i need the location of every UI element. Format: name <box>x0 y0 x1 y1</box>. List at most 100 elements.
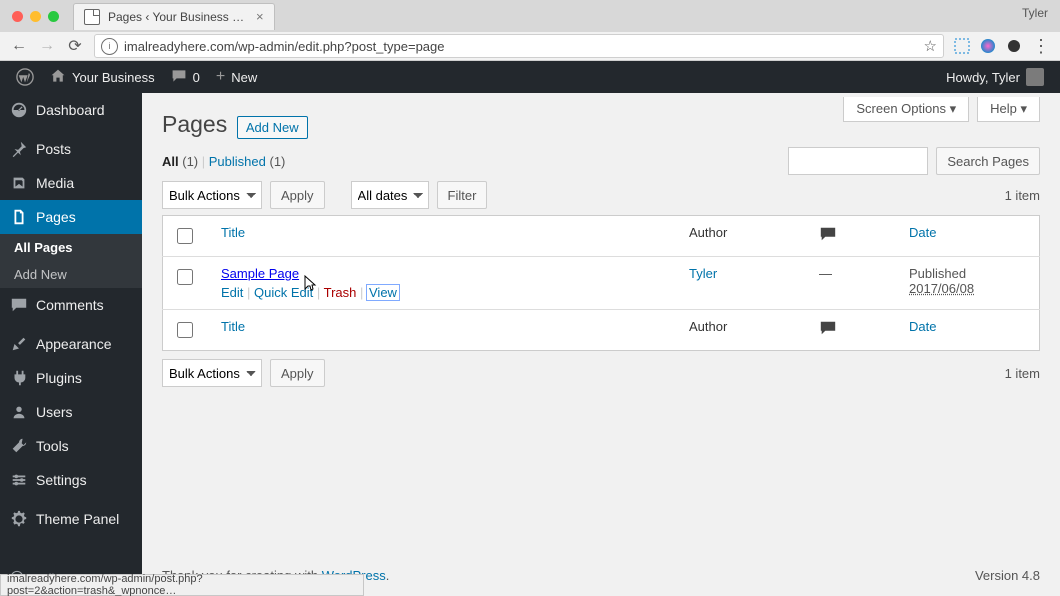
submenu-all-pages[interactable]: All Pages <box>0 234 142 261</box>
page-icon <box>84 9 100 25</box>
menu-settings[interactable]: Settings <box>0 463 142 497</box>
menu-tools[interactable]: Tools <box>0 429 142 463</box>
maximize-window-button[interactable] <box>48 11 59 22</box>
author-link[interactable]: Tyler <box>689 266 717 281</box>
row-checkbox[interactable] <box>177 269 193 285</box>
bookmark-icon[interactable]: ☆ <box>924 37 937 55</box>
col-title[interactable]: Title <box>211 216 679 257</box>
comment-icon <box>819 225 837 243</box>
trash-link[interactable]: Trash <box>324 285 357 300</box>
menu-comments[interactable]: Comments <box>0 288 142 322</box>
filter-button[interactable]: Filter <box>437 181 488 209</box>
avatar <box>1026 68 1044 86</box>
forward-button[interactable]: → <box>38 37 56 55</box>
view-link[interactable]: View <box>367 285 399 300</box>
extension-icon[interactable] <box>980 38 996 54</box>
back-button[interactable]: ← <box>10 37 28 55</box>
browser-profile[interactable]: Tyler <box>1022 6 1048 20</box>
media-icon <box>10 174 28 192</box>
page-title-link[interactable]: Sample Page <box>221 266 299 281</box>
table-row: Sample Page Edit | Quick Edit | Trash | … <box>163 257 1040 310</box>
site-link[interactable]: Your Business <box>42 61 163 93</box>
menu-label: Appearance <box>36 336 112 352</box>
close-window-button[interactable] <box>12 11 23 22</box>
admin-menu: Dashboard Posts Media Pages All Pages Ad… <box>0 93 142 596</box>
dashboard-icon <box>10 101 28 119</box>
tab-title: Pages ‹ Your Business — Word… <box>108 10 248 24</box>
col-comments[interactable] <box>809 216 899 257</box>
select-all-checkbox[interactable] <box>177 322 193 338</box>
apply-button[interactable]: Apply <box>270 359 325 387</box>
menu-label: Users <box>36 404 73 420</box>
comments-link[interactable]: 0 <box>163 61 208 93</box>
site-info-icon[interactable]: i <box>101 38 118 55</box>
menu-pages[interactable]: Pages <box>0 200 142 234</box>
browser-toolbar: ← → ⟳ i imalreadyhere.com/wp-admin/edit.… <box>0 32 1060 61</box>
menu-dashboard[interactable]: Dashboard <box>0 93 142 127</box>
menu-plugins[interactable]: Plugins <box>0 361 142 395</box>
search-button[interactable]: Search Pages <box>936 147 1040 175</box>
reload-button[interactable]: ⟳ <box>66 37 84 55</box>
account-link[interactable]: Howdy, Tyler <box>938 61 1052 93</box>
menu-theme-panel[interactable]: Theme Panel <box>0 502 142 536</box>
menu-label: Posts <box>36 141 71 157</box>
submenu-add-new[interactable]: Add New <box>0 261 142 288</box>
new-content-link[interactable]: + New <box>208 61 265 93</box>
browser-tab-bar: Pages ‹ Your Business — Word… × Tyler <box>0 0 1060 32</box>
menu-label: Comments <box>36 297 104 313</box>
browser-menu-button[interactable]: ⋮ <box>1032 36 1050 57</box>
plus-icon: + <box>216 68 225 86</box>
appearance-icon <box>10 335 28 353</box>
search-input[interactable] <box>788 147 928 175</box>
col-author: Author <box>679 310 809 351</box>
site-name: Your Business <box>72 70 155 85</box>
plugins-icon <box>10 369 28 387</box>
screen-options-button[interactable]: Screen Options ▾ <box>843 97 969 122</box>
bulk-actions-select[interactable]: Bulk Actions <box>162 181 262 209</box>
menu-users[interactable]: Users <box>0 395 142 429</box>
menu-posts[interactable]: Posts <box>0 132 142 166</box>
item-count: 1 item <box>1005 188 1040 203</box>
comment-icon <box>819 319 837 337</box>
close-tab-button[interactable]: × <box>256 9 264 24</box>
menu-label: Media <box>36 175 74 191</box>
add-new-button[interactable]: Add New <box>237 116 308 139</box>
item-count: 1 item <box>1005 366 1040 381</box>
users-icon <box>10 403 28 421</box>
gear-icon <box>10 510 28 528</box>
col-date[interactable]: Date <box>899 216 1040 257</box>
dates-select[interactable]: All dates <box>351 181 429 209</box>
filter-published[interactable]: Published <box>209 154 266 169</box>
comments-count: 0 <box>193 70 200 85</box>
page-title: Pages <box>162 111 227 138</box>
comments-icon <box>10 296 28 314</box>
pin-icon <box>10 140 28 158</box>
extension-icon[interactable] <box>1006 38 1022 54</box>
apply-button[interactable]: Apply <box>270 181 325 209</box>
quick-edit-link[interactable]: Quick Edit <box>254 285 313 300</box>
edit-link[interactable]: Edit <box>221 285 243 300</box>
col-date[interactable]: Date <box>899 310 1040 351</box>
home-icon <box>50 68 66 87</box>
menu-media[interactable]: Media <box>0 166 142 200</box>
browser-status-bar: imalreadyhere.com/wp-admin/post.php?post… <box>0 574 364 596</box>
address-bar[interactable]: i imalreadyhere.com/wp-admin/edit.php?po… <box>94 34 944 58</box>
col-comments[interactable] <box>809 310 899 351</box>
url-text: imalreadyhere.com/wp-admin/edit.php?post… <box>124 39 445 54</box>
pages-table: Title Author Date Sample Page Edit | Qui… <box>162 215 1040 351</box>
menu-label: Pages <box>36 209 76 225</box>
tools-icon <box>10 437 28 455</box>
date-cell: Published 2017/06/08 <box>899 257 1040 310</box>
col-title[interactable]: Title <box>211 310 679 351</box>
extension-icon[interactable] <box>954 38 970 54</box>
minimize-window-button[interactable] <box>30 11 41 22</box>
wordpress-logo[interactable] <box>8 61 42 93</box>
select-all-checkbox[interactable] <box>177 228 193 244</box>
browser-tab[interactable]: Pages ‹ Your Business — Word… × <box>73 3 275 30</box>
bulk-actions-select[interactable]: Bulk Actions <box>162 359 262 387</box>
filter-all[interactable]: All <box>162 154 179 169</box>
menu-label: Theme Panel <box>36 511 119 527</box>
help-button[interactable]: Help ▾ <box>977 97 1040 122</box>
menu-appearance[interactable]: Appearance <box>0 327 142 361</box>
menu-label: Plugins <box>36 370 82 386</box>
